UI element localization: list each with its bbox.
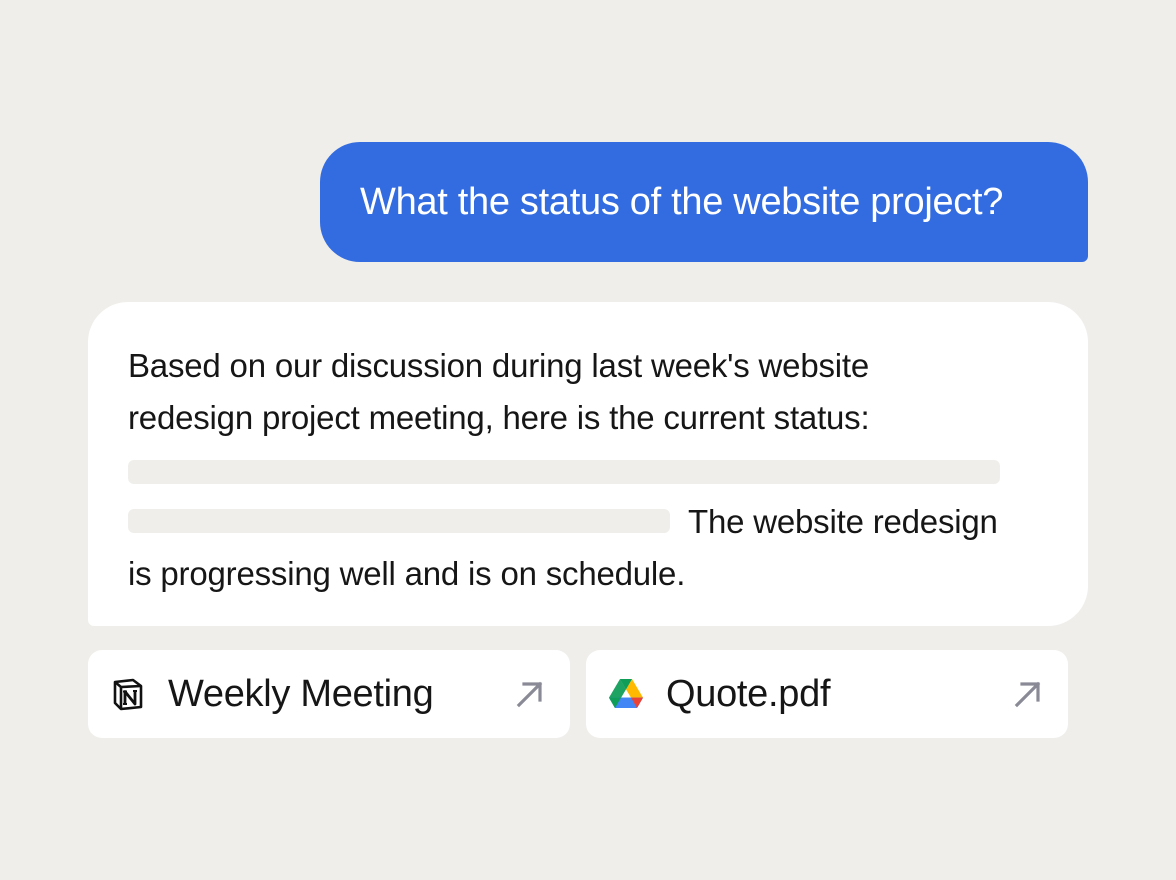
user-message-text: What the status of the website project? [360, 181, 1004, 223]
assistant-skeleton-line-1 [128, 444, 1048, 496]
chat-canvas: What the status of the website project? … [0, 0, 1176, 880]
notion-icon [110, 676, 146, 712]
assistant-text-line-2: redesign project meeting, here is the cu… [128, 399, 870, 436]
source-card-weekly-meeting[interactable]: Weekly Meeting [88, 650, 570, 738]
user-message-bubble: What the status of the website project? [320, 142, 1088, 262]
assistant-message-bubble: Based on our discussion during last week… [88, 302, 1088, 626]
external-link-arrow-icon[interactable] [514, 678, 546, 710]
assistant-text-line-4: The website redesign [128, 496, 1048, 548]
loading-skeleton-bar [128, 460, 1000, 485]
google-drive-icon [608, 676, 644, 712]
source-card-label: Weekly Meeting [168, 673, 434, 715]
assistant-text-line-4-tail: The website redesign [688, 503, 998, 540]
external-link-arrow-icon[interactable] [1012, 678, 1044, 710]
loading-skeleton-bar [128, 509, 670, 534]
source-card-quote-pdf[interactable]: Quote.pdf [586, 650, 1068, 738]
source-card-label: Quote.pdf [666, 673, 831, 715]
assistant-text-line-5: is progressing well and is on schedule. [128, 555, 686, 592]
assistant-text-line-1: Based on our discussion during last week… [128, 347, 870, 384]
